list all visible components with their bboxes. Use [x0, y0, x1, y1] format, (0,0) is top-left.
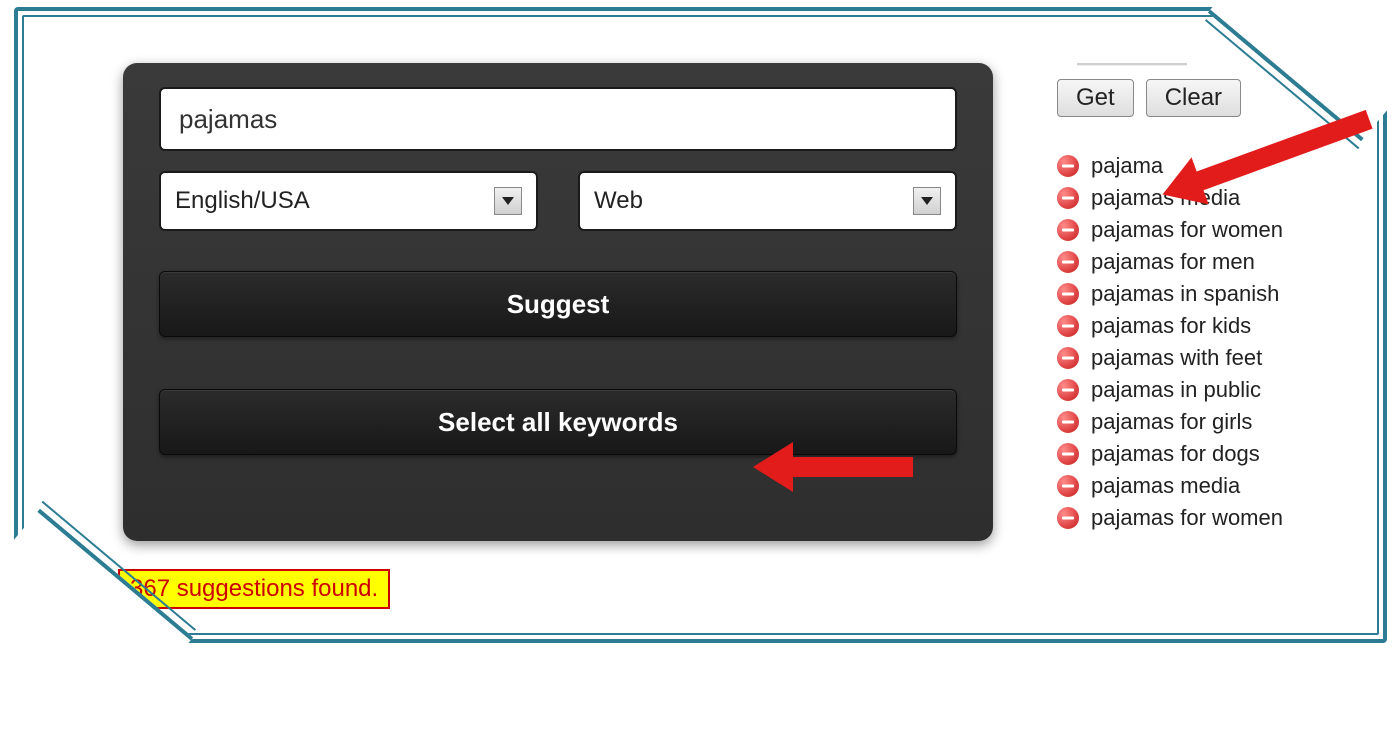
source-select[interactable]: Web [578, 171, 957, 231]
remove-icon[interactable] [1057, 283, 1079, 305]
keyword-list-item: pajamas for girls [1057, 409, 1377, 435]
keyword-list-item: pajamas for dogs [1057, 441, 1377, 467]
source-select-value: Web [594, 187, 643, 215]
keyword-list-item: pajamas media [1057, 473, 1377, 499]
keyword-input[interactable] [159, 87, 957, 151]
remove-icon[interactable] [1057, 219, 1079, 241]
keyword-list-item: pajamas for men [1057, 249, 1377, 275]
divider [1077, 63, 1187, 65]
keyword-text: pajamas with feet [1091, 345, 1262, 371]
keyword-text: pajamas in public [1091, 377, 1261, 403]
language-select-value: English/USA [175, 187, 310, 215]
language-select[interactable]: English/USA [159, 171, 538, 231]
keyword-text: pajamas for men [1091, 249, 1255, 275]
remove-icon[interactable] [1057, 347, 1079, 369]
clear-button[interactable]: Clear [1146, 79, 1241, 117]
keyword-list-item: pajamas in spanish [1057, 281, 1377, 307]
get-button[interactable]: Get [1057, 79, 1134, 117]
remove-icon[interactable] [1057, 187, 1079, 209]
keyword-text: pajama [1091, 153, 1163, 179]
remove-icon[interactable] [1057, 475, 1079, 497]
keyword-list-item: pajamas for kids [1057, 313, 1377, 339]
keyword-text: pajamas for dogs [1091, 441, 1260, 467]
keyword-list-item: pajamas for women [1057, 505, 1377, 531]
keyword-text: pajamas in spanish [1091, 281, 1279, 307]
content-area: English/USA Web Suggest Select all keywo… [88, 31, 1343, 619]
remove-icon[interactable] [1057, 315, 1079, 337]
decorative-frame: English/USA Web Suggest Select all keywo… [14, 7, 1387, 643]
keyword-text: pajamas media [1091, 473, 1240, 499]
suggest-button[interactable]: Suggest [159, 271, 957, 337]
remove-icon[interactable] [1057, 251, 1079, 273]
keyword-text: pajamas for girls [1091, 409, 1252, 435]
remove-icon[interactable] [1057, 507, 1079, 529]
keyword-text: pajamas for women [1091, 505, 1283, 531]
remove-icon[interactable] [1057, 155, 1079, 177]
remove-icon[interactable] [1057, 443, 1079, 465]
keyword-list-item: pajamas in public [1057, 377, 1377, 403]
remove-icon[interactable] [1057, 379, 1079, 401]
annotation-arrow-icon [753, 437, 913, 497]
keyword-text: pajamas for kids [1091, 313, 1251, 339]
select-row: English/USA Web [159, 171, 957, 231]
remove-icon[interactable] [1057, 411, 1079, 433]
dropdown-arrow-icon [494, 187, 522, 215]
dropdown-arrow-icon [913, 187, 941, 215]
keyword-list-item: pajamas with feet [1057, 345, 1377, 371]
